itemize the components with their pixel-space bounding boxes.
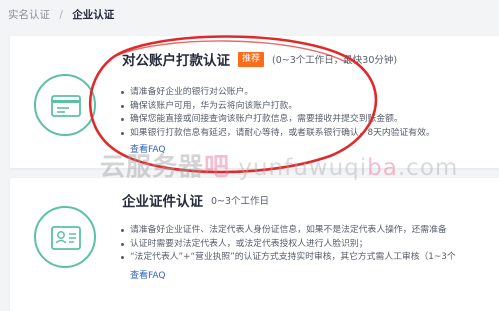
bank-transfer-requirements: 请准备好企业的银行对公账户。 确保该账户可用，华为云将向该账户打款。 确保您能直…	[120, 86, 435, 140]
breadcrumb-separator: /	[59, 9, 63, 21]
enterprise-verification-page: 实名认证 / 企业认证 对公账户打款认证 推荐 (0~3个工作日，最快30分钟)…	[0, 0, 499, 311]
list-item: 请准备好企业的银行对公账户。	[120, 86, 435, 100]
bank-transfer-title: 对公账户打款认证	[122, 53, 230, 69]
breadcrumb-current: 企业认证	[72, 9, 115, 21]
list-item: 确保您能直接或间接查询该账户打款信息，需要接收并提交到账金额。	[120, 113, 435, 127]
license-verification-card[interactable]: 企业证件认证 0~3个工作日 请准备好企业证件、法定代表人身份证信息，如果不是法…	[10, 178, 499, 311]
license-title-row: 企业证件认证 0~3个工作日	[122, 190, 269, 210]
license-time: 0~3个工作日	[211, 196, 270, 207]
bank-card-icon	[34, 74, 96, 136]
license-requirements: 请准备好企业证件、法定代表人身份证信息，如果不是法定代表人操作，还需准备 认证时…	[120, 224, 456, 265]
bank-transfer-faq-link[interactable]: 查看FAQ	[130, 142, 165, 155]
breadcrumb-parent-link[interactable]: 实名认证	[8, 9, 50, 21]
bank-transfer-title-row: 对公账户打款认证 推荐 (0~3个工作日，最快30分钟)	[122, 49, 397, 69]
bank-transfer-time: (0~3个工作日，最快30分钟)	[272, 55, 398, 66]
bank-transfer-card[interactable]: 对公账户打款认证 推荐 (0~3个工作日，最快30分钟) 请准备好企业的银行对公…	[10, 36, 499, 168]
license-title: 企业证件认证	[122, 194, 203, 210]
list-item: “法定代表人”+“营业执照”的认证方式支持实时审核，其它方式需人工审核（1~3个	[120, 251, 456, 265]
list-item: 请准备好企业证件、法定代表人身份证信息，如果不是法定代表人操作，还需准备	[120, 224, 456, 238]
license-id-icon	[34, 206, 96, 268]
list-item: 确保该账户可用，华为云将向该账户打款。	[120, 100, 435, 114]
breadcrumb: 实名认证 / 企业认证	[8, 7, 114, 22]
license-faq-link[interactable]: 查看FAQ	[130, 268, 165, 281]
recommended-badge: 推荐	[238, 51, 265, 67]
list-item: 认证时需要对法定代表人，或法定代表授权人进行人脸识别；	[120, 238, 456, 252]
list-item: 如果银行打款信息有延迟，请耐心等待，或者联系银行确认，8天内验证有效。	[120, 127, 435, 141]
